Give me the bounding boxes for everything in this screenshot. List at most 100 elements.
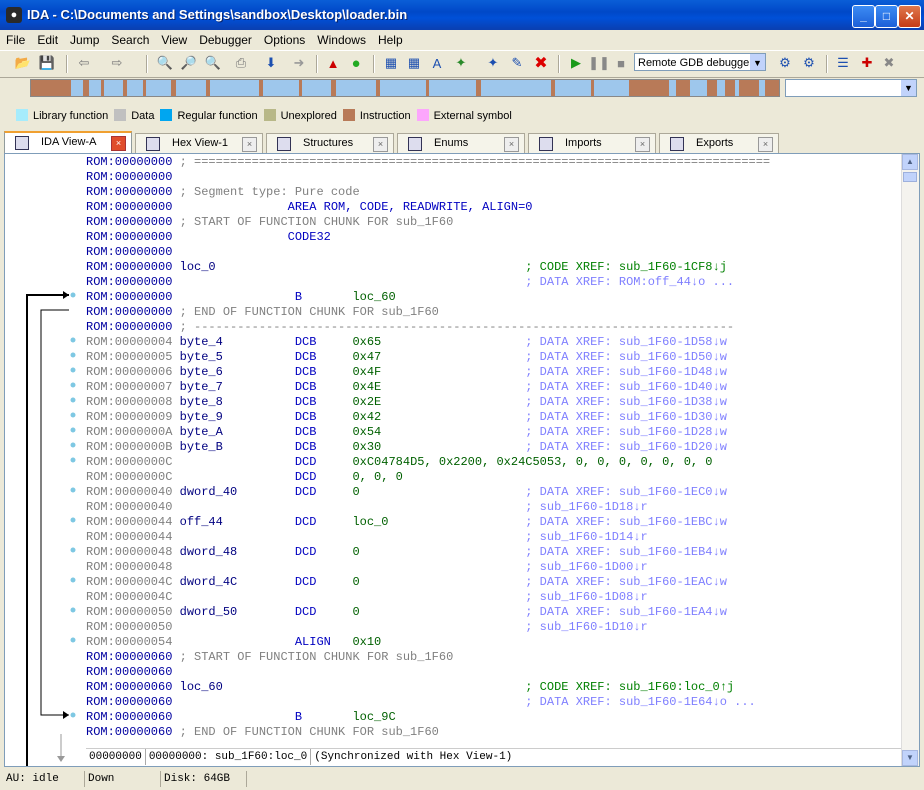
listing-row[interactable]: ROM:00000006 byte_6 DCB 0x4F ; DATA XREF… [86,365,770,380]
add-breakpoint-icon[interactable]: ✚ [858,54,876,72]
menu-item-options[interactable]: Options [258,30,311,47]
listing-row[interactable]: ROM:00000044 off_44 DCD loc_0 ; DATA XRE… [86,515,770,530]
make-code-icon[interactable]: ▦ [382,54,400,72]
debugger-select[interactable]: Remote GDB debugger ▼ [634,53,766,71]
listing-row[interactable]: ROM:00000000 ; START OF FUNCTION CHUNK F… [86,215,770,230]
listing-row[interactable]: ROM:00000000 ; Segment type: Pure code [86,185,770,200]
detach-icon[interactable]: ⚙ [800,54,818,72]
menu-item-help[interactable]: Help [372,30,409,47]
attach-icon[interactable]: ⚙ [776,54,794,72]
tab-structures[interactable]: Structures × [266,133,394,153]
listing-row[interactable]: ROM:0000000B byte_B DCB 0x30 ; DATA XREF… [86,440,770,455]
listing-row[interactable]: ROM:00000007 byte_7 DCB 0x4E ; DATA XREF… [86,380,770,395]
status-green-icon[interactable]: ● [347,54,365,72]
listing-row[interactable]: ROM:00000060 ; START OF FUNCTION CHUNK F… [86,650,770,665]
make-string-icon[interactable]: A [428,54,446,72]
breakpoint-icon[interactable]: ▲ [324,54,342,72]
tab-exports[interactable]: Exports × [659,133,779,153]
menu-item-edit[interactable]: Edit [31,30,64,47]
close-button[interactable]: ✕ [898,5,921,28]
listing-row[interactable]: ROM:00000050 dword_50 DCD 0 ; DATA XREF:… [86,605,770,620]
tab-imports[interactable]: Imports × [528,133,656,153]
close-icon[interactable]: × [504,137,519,152]
close-icon[interactable]: × [111,136,126,151]
pause-icon[interactable]: ❚❚ [588,54,610,72]
menu-item-windows[interactable]: Windows [311,30,372,47]
listing-row[interactable]: ROM:00000048 dword_48 DCD 0 ; DATA XREF:… [86,545,770,560]
listing-row[interactable]: ROM:00000000 [86,170,770,185]
listing-row[interactable]: ROM:00000040 dword_40 DCD 0 ; DATA XREF:… [86,485,770,500]
binary-search-icon[interactable]: 🔎 [180,54,198,72]
listing-row[interactable]: ROM:00000000 [86,245,770,260]
listing-row[interactable]: ROM:00000000 B loc_60 [86,290,770,305]
listing-row[interactable]: ROM:00000005 byte_5 DCB 0x47 ; DATA XREF… [86,350,770,365]
listing-row[interactable]: ROM:00000008 byte_8 DCB 0x2E ; DATA XREF… [86,395,770,410]
menu-item-search[interactable]: Search [105,30,155,47]
rename-icon[interactable]: ✎ [508,54,526,72]
listing-row[interactable]: ROM:00000044 ; sub_1F60-1D14↓r [86,530,770,545]
scroll-up-icon[interactable]: ▲ [902,154,918,170]
tab-hex-view-1[interactable]: Hex View-1 × [135,133,263,153]
listing-row[interactable]: ROM:00000000 ; -------------------------… [86,320,770,335]
close-icon[interactable]: × [373,137,388,152]
listing-row[interactable]: ROM:00000000 AREA ROM, CODE, READWRITE, … [86,200,770,215]
menu-item-file[interactable]: File [0,30,31,47]
forward-icon[interactable]: ⇨ [108,54,126,72]
immediate-search-icon[interactable]: 🔍 [204,54,222,72]
vertical-scrollbar[interactable]: ▲ ▼ [901,154,919,766]
disassembly-listing[interactable]: ROM:00000000 ; =========================… [86,155,770,740]
remove-breakpoint-icon[interactable]: ✖ [880,54,898,72]
listing-row[interactable]: ROM:0000000A byte_A DCB 0x54 ; DATA XREF… [86,425,770,440]
close-icon[interactable]: × [635,137,650,152]
jump-address-icon[interactable]: ➜ [290,54,308,72]
jump-down-icon[interactable]: ⬇ [262,54,280,72]
listing-row[interactable]: ROM:00000000 ; DATA XREF: ROM:off_44↓o .… [86,275,770,290]
listing-row[interactable]: ROM:00000060 B loc_9C [86,710,770,725]
text-search-icon[interactable]: 🔍 [156,54,174,72]
listing-row[interactable]: ROM:00000060 loc_60 ; CODE XREF: sub_1F6… [86,680,770,695]
listing-row[interactable]: ROM:00000004 byte_4 DCB 0x65 ; DATA XREF… [86,335,770,350]
listing-row[interactable]: ROM:00000060 [86,665,770,680]
minimize-button[interactable]: _ [852,5,875,28]
navigation-combo[interactable]: ▼ [785,79,917,97]
back-icon[interactable]: ⇦ [75,54,93,72]
run-icon[interactable]: ▶ [567,54,585,72]
open-icon[interactable]: 📂 [14,54,32,72]
menu-item-jump[interactable]: Jump [64,30,105,47]
make-unknown-icon[interactable]: ✦ [484,54,502,72]
scroll-down-icon[interactable]: ▼ [902,750,918,766]
chevron-down-icon[interactable]: ▼ [901,80,916,96]
navigation-band[interactable] [30,79,780,97]
options-icon[interactable]: ☰ [834,54,852,72]
listing-row[interactable]: ROM:0000004C dword_4C DCD 0 ; DATA XREF:… [86,575,770,590]
listing-row[interactable]: ROM:00000060 ; DATA XREF: sub_1F60-1E64↓… [86,695,770,710]
tab-enums[interactable]: Enums × [397,133,525,153]
close-icon[interactable]: × [758,137,773,152]
listing-row[interactable]: ROM:00000060 ; END OF FUNCTION CHUNK FOR… [86,725,770,740]
tab-ida-view-a[interactable]: IDA View-A × [4,131,132,153]
listing-row[interactable]: ROM:00000000 ; END OF FUNCTION CHUNK FOR… [86,305,770,320]
make-array-icon[interactable]: ✦ [452,54,470,72]
listing-row[interactable]: ROM:00000000 ; =========================… [86,155,770,170]
listing-row[interactable]: ROM:00000050 ; sub_1F60-1D10↓r [86,620,770,635]
maximize-button[interactable]: □ [875,5,898,28]
listing-row[interactable]: ROM:00000000 loc_0 ; CODE XREF: sub_1F60… [86,260,770,275]
print-icon[interactable]: ⎙ [232,54,250,72]
save-icon[interactable]: 💾 [38,54,56,72]
listing-row[interactable]: ROM:00000054 ALIGN 0x10 [86,635,770,650]
listing-row[interactable]: ROM:0000004C ; sub_1F60-1D08↓r [86,590,770,605]
ida-view-a[interactable]: ROM:00000000 ; =========================… [4,153,920,767]
scroll-thumb[interactable] [903,172,917,182]
menu-item-debugger[interactable]: Debugger [193,30,258,47]
listing-row[interactable]: ROM:0000000C DCD 0, 0, 0 [86,470,770,485]
listing-row[interactable]: ROM:00000048 ; sub_1F60-1D00↓r [86,560,770,575]
listing-row[interactable]: ROM:00000009 byte_9 DCB 0x42 ; DATA XREF… [86,410,770,425]
listing-row[interactable]: ROM:00000040 ; sub_1F60-1D18↓r [86,500,770,515]
menu-item-view[interactable]: View [155,30,193,47]
make-data-icon[interactable]: ▦ [405,54,423,72]
delete-icon[interactable]: ✖ [532,54,550,72]
close-icon[interactable]: × [242,137,257,152]
stop-icon[interactable]: ■ [612,54,630,72]
listing-row[interactable]: ROM:00000000 CODE32 [86,230,770,245]
listing-row[interactable]: ROM:0000000C DCD 0xC04784D5, 0x2200, 0x2… [86,455,770,470]
